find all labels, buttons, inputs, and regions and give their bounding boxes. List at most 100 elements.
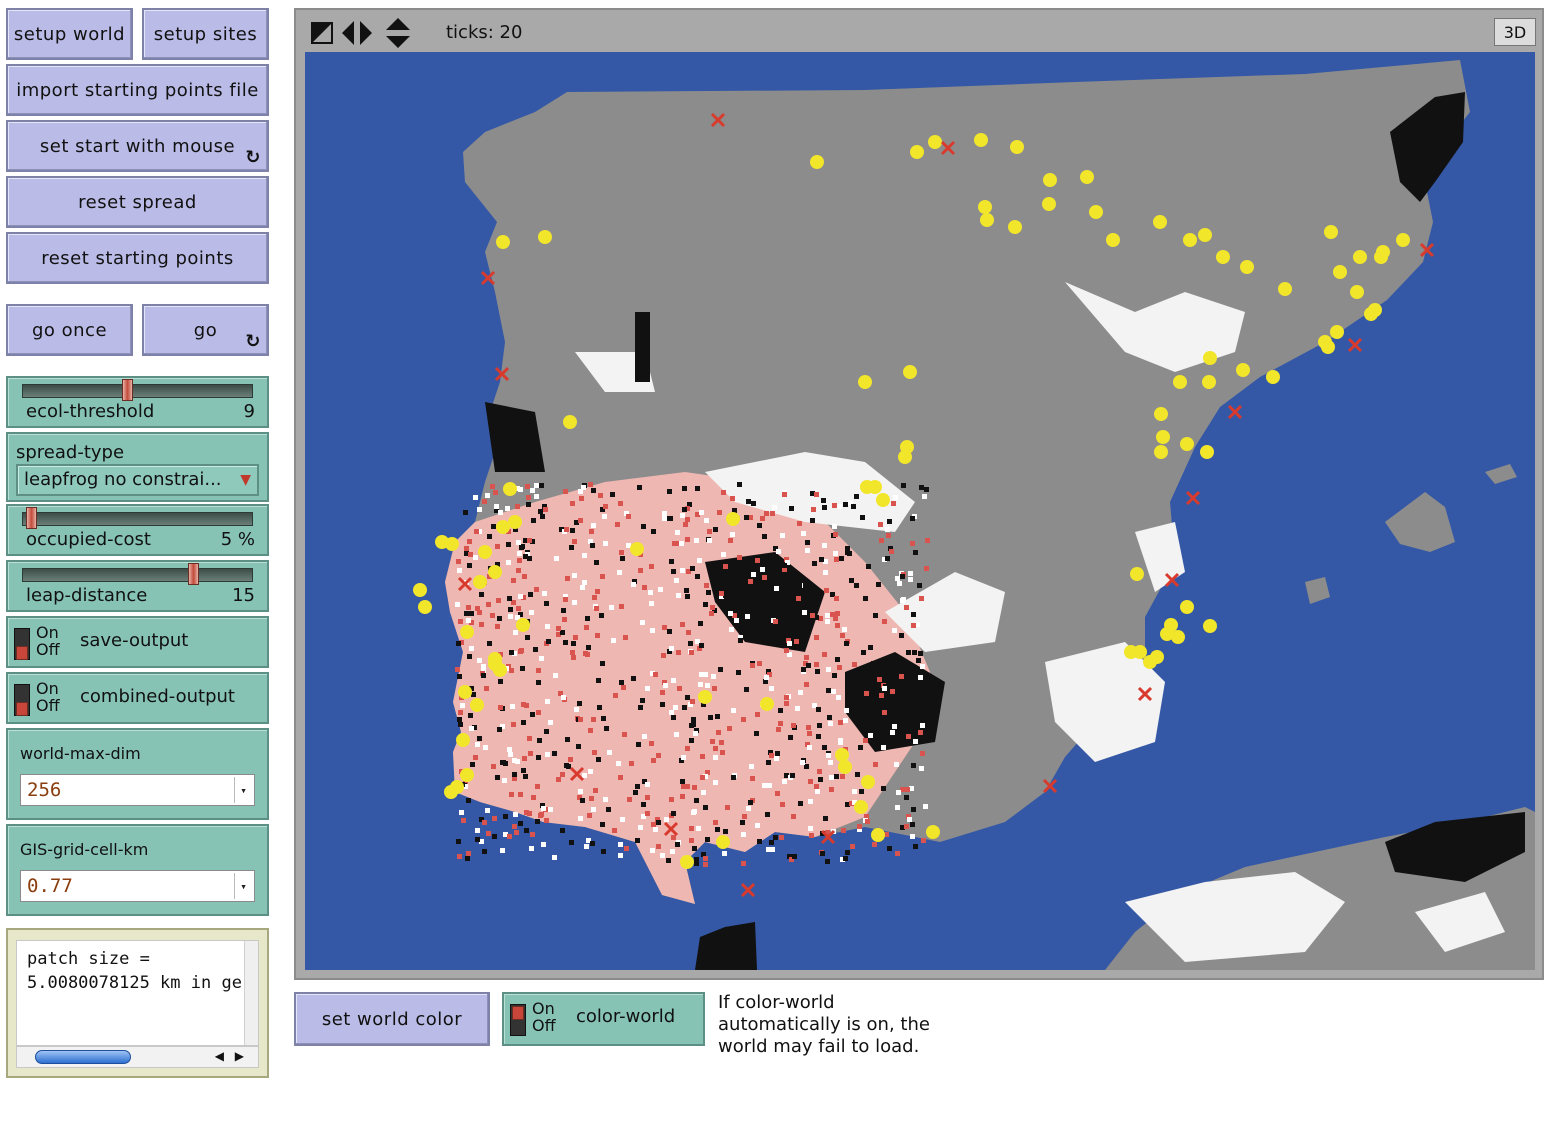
patch-speckle (596, 678, 601, 683)
vertical-scrollbar[interactable] (244, 941, 258, 1045)
patch-speckle (917, 583, 922, 588)
go-label: go (193, 319, 218, 341)
site-marker (876, 493, 890, 507)
patch-speckle (895, 805, 900, 810)
dropdown-arrow-icon[interactable]: ▾ (234, 873, 252, 899)
chooser-arrow-icon: ▼ (240, 472, 251, 488)
set-world-color-button[interactable]: set world color (294, 992, 490, 1046)
slider-knob[interactable] (122, 379, 133, 401)
slider-track[interactable] (22, 568, 253, 582)
patch-speckle (892, 628, 897, 633)
go-once-button[interactable]: go once (6, 304, 133, 356)
patch-speckle (910, 822, 915, 827)
patch-speckle (720, 750, 725, 755)
switch-toggle[interactable]: On Off (14, 680, 70, 720)
patch-speckle (913, 844, 918, 849)
patch-speckle (800, 760, 805, 765)
patch-speckle (667, 629, 672, 634)
scrollbar-thumb[interactable] (35, 1050, 131, 1064)
slider-track[interactable] (22, 384, 253, 398)
import-starting-points-button[interactable]: import starting points file (6, 64, 269, 116)
output-text-box[interactable]: patch size = 5.0080078125 km in ge (16, 940, 259, 1046)
patch-speckle (515, 504, 520, 509)
site-marker (1374, 250, 1388, 264)
patch-speckle (638, 568, 643, 573)
site-marker (726, 512, 740, 526)
patch-speckle (606, 807, 611, 812)
scroll-right-arrow-icon[interactable]: ▶ (235, 1049, 244, 1063)
patch-speckle (804, 655, 809, 660)
gis-grid-cell-km-input[interactable]: GIS-grid-cell-km 0.77 ▾ (6, 824, 269, 916)
patch-speckle (591, 717, 596, 722)
leap-distance-slider[interactable]: leap-distance 15 (6, 560, 269, 612)
patch-speckle (660, 690, 665, 695)
world-map[interactable] (305, 52, 1535, 970)
slider-knob[interactable] (188, 563, 199, 585)
patch-speckle (609, 605, 614, 610)
patch-speckle (721, 552, 726, 557)
color-world-switch[interactable]: On Off color-world (502, 992, 705, 1046)
patch-speckle (668, 516, 673, 521)
horizontal-resize-icon[interactable] (340, 19, 374, 47)
horizontal-scrollbar[interactable]: ◀ ▶ (16, 1046, 259, 1068)
switch-toggle[interactable]: On Off (510, 1000, 566, 1040)
ecol-threshold-slider[interactable]: ecol-threshold 9 (6, 376, 269, 428)
world-max-dim-field[interactable]: 256 ▾ (20, 774, 255, 806)
patch-speckle (619, 604, 624, 609)
reset-spread-button[interactable]: reset spread (6, 176, 269, 228)
patch-speckle (565, 737, 570, 742)
combined-output-switch[interactable]: On Off combined-output (6, 672, 269, 724)
patch-speckle (464, 546, 469, 551)
go-button[interactable]: go ↻ (142, 304, 269, 356)
patch-speckle (533, 647, 538, 652)
patch-speckle (705, 837, 710, 842)
switch-toggle[interactable]: On Off (14, 624, 70, 664)
patch-speckle (693, 731, 698, 736)
patch-speckle (538, 509, 543, 514)
dropdown-arrow-icon[interactable]: ▾ (234, 777, 252, 803)
patch-speckle (640, 698, 645, 703)
patch-speckle (766, 847, 771, 852)
patch-speckle (767, 783, 772, 788)
patch-speckle (762, 783, 767, 788)
patch-speckle (757, 523, 762, 528)
patch-speckle (918, 675, 923, 680)
patch-speckle (807, 745, 812, 750)
scroll-left-arrow-icon[interactable]: ◀ (215, 1049, 224, 1063)
patch-speckle (455, 602, 460, 607)
patch-speckle (713, 820, 718, 825)
gis-grid-cell-km-field[interactable]: 0.77 ▾ (20, 870, 255, 902)
vertical-resize-icon[interactable] (384, 16, 412, 50)
patch-speckle (923, 804, 928, 809)
setup-world-button[interactable]: setup world (6, 8, 133, 60)
occupied-cost-slider[interactable]: occupied-cost 5 % (6, 504, 269, 556)
3d-button[interactable]: 3D (1494, 18, 1536, 46)
patch-speckle (599, 613, 604, 618)
world-max-dim-input[interactable]: world-max-dim 256 ▾ (6, 728, 269, 820)
set-start-with-mouse-button[interactable]: set start with mouse ↻ (6, 120, 269, 172)
patch-speckle (562, 617, 567, 622)
slider-track[interactable] (22, 512, 253, 526)
site-marker (928, 135, 942, 149)
slider-knob[interactable] (26, 507, 37, 529)
patch-speckle (779, 835, 784, 840)
spread-type-chooser[interactable]: spread-type leapfrog no constrai... ▼ (6, 432, 269, 502)
setup-sites-button[interactable]: setup sites (142, 8, 269, 60)
chooser-select[interactable]: leapfrog no constrai... ▼ (16, 464, 259, 496)
reset-starting-points-button[interactable]: reset starting points (6, 232, 269, 284)
patch-speckle (459, 810, 464, 815)
save-output-switch[interactable]: On Off save-output (6, 616, 269, 668)
patch-speckle (600, 661, 605, 666)
site-marker (503, 482, 517, 496)
patch-speckle (600, 822, 605, 827)
patch-speckle (827, 715, 832, 720)
patch-speckle (669, 797, 674, 802)
switch-knob (512, 1006, 524, 1020)
set-world-color-label: set world color (321, 1008, 463, 1030)
patch-speckle (574, 707, 579, 712)
patch-speckle (486, 831, 491, 836)
patch-speckle (790, 773, 795, 778)
switch-label: combined-output (80, 686, 235, 707)
zoom-toggle-icon[interactable] (310, 21, 334, 45)
patch-speckle (681, 784, 686, 789)
